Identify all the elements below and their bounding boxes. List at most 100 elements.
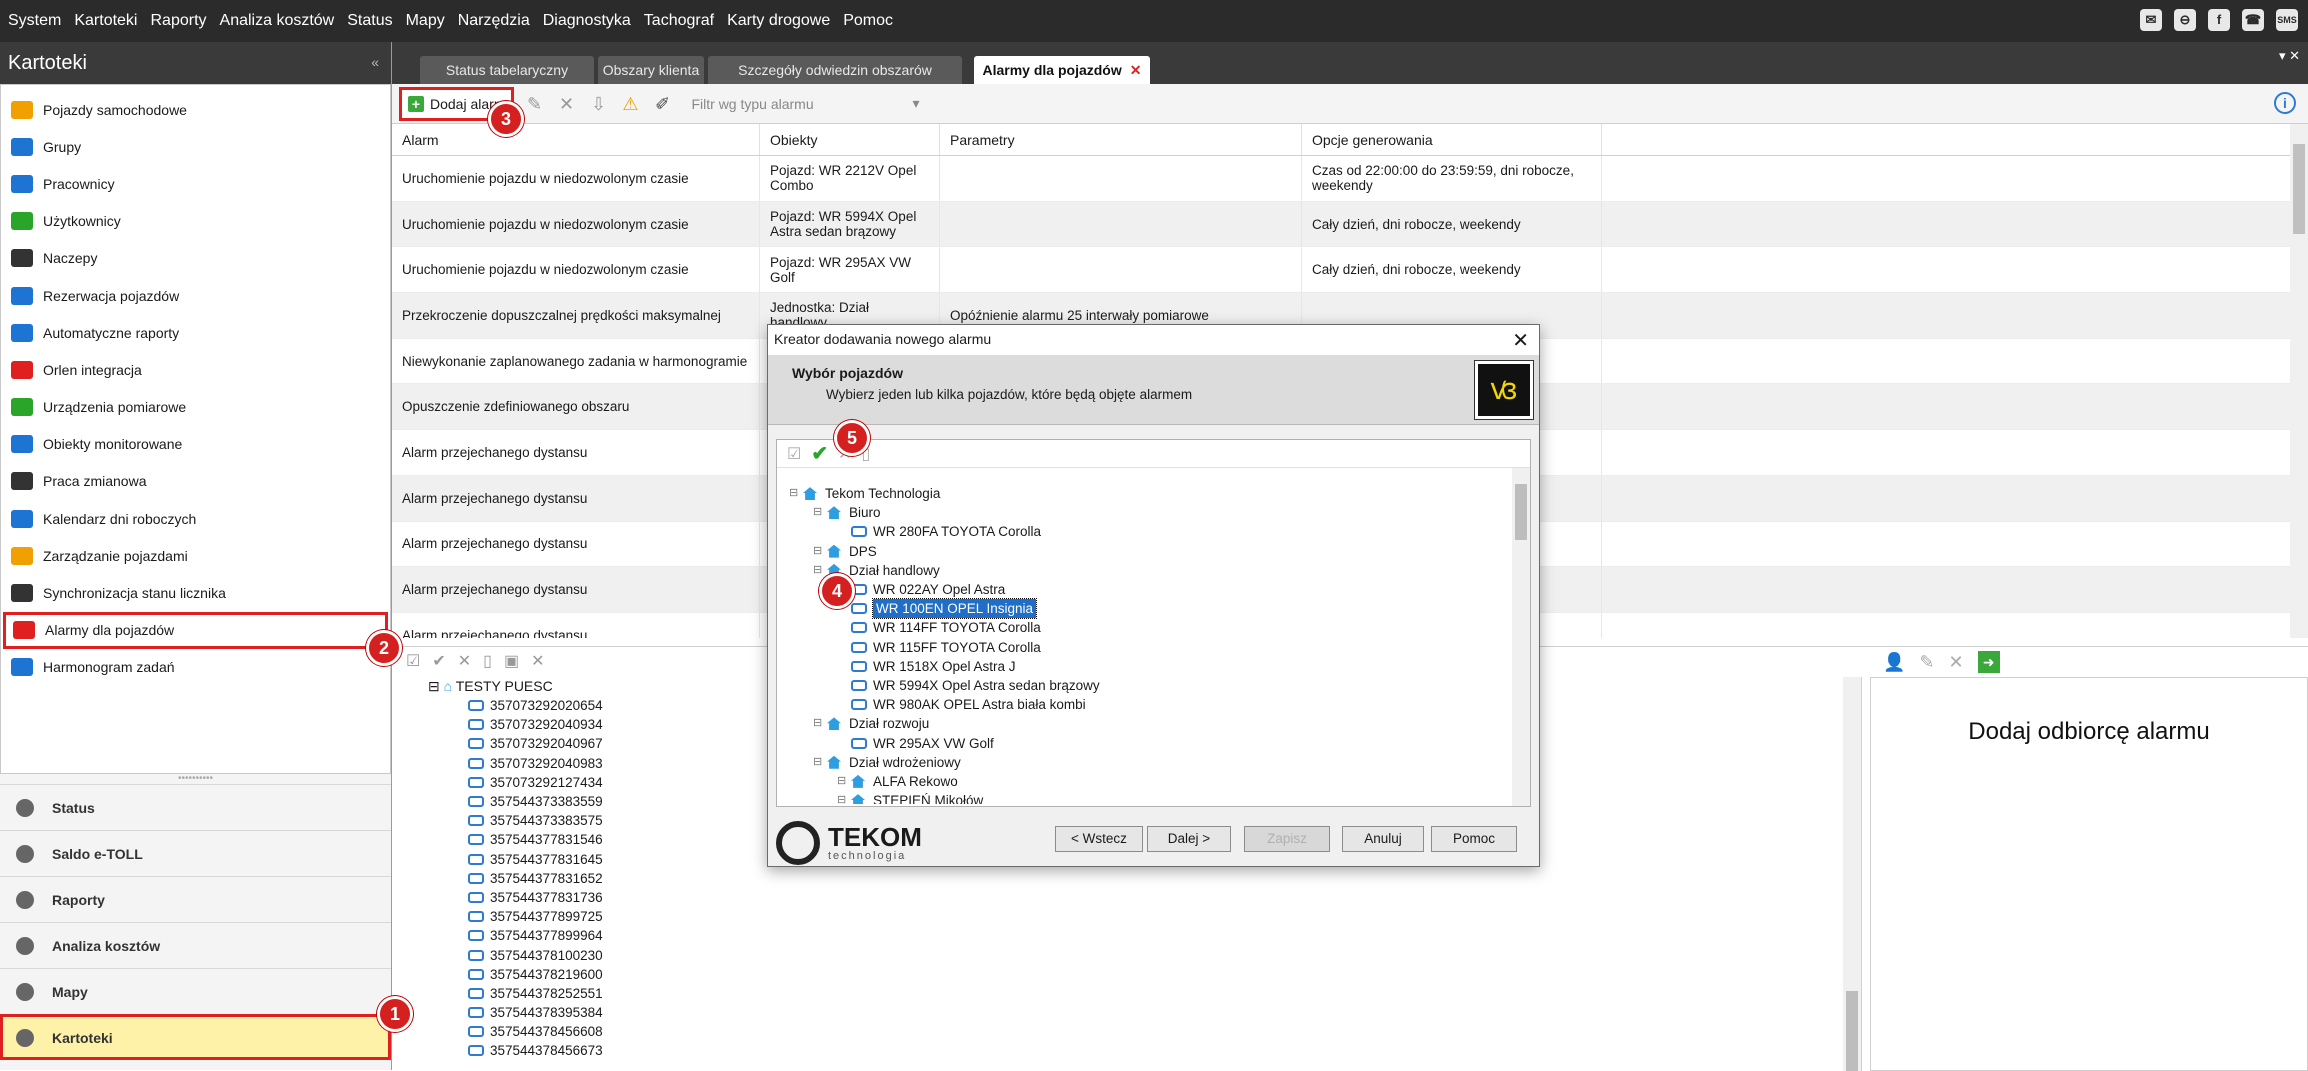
checkbox-icon[interactable]: ☑ <box>406 651 420 671</box>
facebook-icon[interactable]: f <box>2208 9 2230 31</box>
save-button[interactable]: Zapisz <box>1244 826 1330 852</box>
close-icon[interactable]: ✕ <box>531 651 544 671</box>
note-icon[interactable]: ✐ <box>651 93 673 115</box>
menu-narzedzia[interactable]: Narzędzia <box>458 12 530 30</box>
tree-node[interactable]: 357544378395384 <box>392 1003 1861 1022</box>
tree-node[interactable]: 357544377831652 <box>392 869 1861 888</box>
uncheck-icon[interactable]: ✕ <box>458 651 471 671</box>
menu-status[interactable]: Status <box>347 12 392 30</box>
table-row[interactable]: Uruchomienie pojazdu w niedozwolonym cza… <box>392 201 2308 248</box>
sidebar-item[interactable]: Praca zmianowa <box>1 463 390 500</box>
splitter-grip[interactable]: •••••••••• <box>0 774 391 784</box>
cancel-button[interactable]: Anuluj <box>1342 826 1424 852</box>
tree-scrollbar[interactable] <box>1843 677 1861 1071</box>
sidebar-item[interactable]: Rezerwacja pojazdów <box>1 277 390 314</box>
menu-diagnostyka[interactable]: Diagnostyka <box>543 12 631 30</box>
bottom-nav-item[interactable]: Mapy <box>0 968 391 1014</box>
collapse-icon[interactable]: « <box>371 54 379 70</box>
sidebar-item[interactable]: Użytkownicy <box>1 203 390 240</box>
menu-kartoteki[interactable]: Kartoteki <box>74 12 137 30</box>
tree-node[interactable]: 357544378456608 <box>392 1022 1861 1041</box>
tree-node[interactable]: 357544378252551 <box>392 984 1861 1003</box>
vehicle-node[interactable]: WR 022AY Opel Astra <box>785 580 1515 599</box>
save-icon[interactable]: ▣ <box>504 651 519 671</box>
bottom-nav-item[interactable]: Raporty <box>0 876 391 922</box>
menu-tachograf[interactable]: Tachograf <box>644 12 714 30</box>
vehicle-node[interactable]: WR 100EN OPEL Insignia <box>785 598 1515 620</box>
vehicle-node[interactable]: WR 295AX VW Golf <box>785 733 1515 752</box>
add-person-icon[interactable]: 👤 <box>1883 652 1905 673</box>
menu-analiza-kosztow[interactable]: Analiza kosztów <box>220 12 335 30</box>
check-icon[interactable]: ✔ <box>811 441 828 466</box>
menu-raporty[interactable]: Raporty <box>150 12 206 30</box>
help-button[interactable]: Pomoc <box>1431 826 1517 852</box>
sms-icon[interactable]: SMS <box>2276 9 2298 31</box>
menu-system[interactable]: System <box>8 12 61 30</box>
bottom-nav-item[interactable]: Saldo e-TOLL <box>0 830 391 876</box>
minus-circle-icon[interactable]: ⊖ <box>2174 9 2196 31</box>
sidebar-item[interactable]: Zarządzanie pojazdami <box>1 537 390 574</box>
menu-mapy[interactable]: Mapy <box>406 12 445 30</box>
menu-karty-drogowe[interactable]: Karty drogowe <box>727 12 830 30</box>
tab-close-icon[interactable]: ✕ <box>1130 62 1142 78</box>
tree-node[interactable]: 357544377899964 <box>392 926 1861 945</box>
bottom-nav-item[interactable]: Kartoteki <box>0 1014 391 1060</box>
info-icon[interactable]: i <box>2274 92 2296 114</box>
checkbox-icon[interactable]: ☑ <box>787 444 801 464</box>
phone-icon[interactable]: ☎ <box>2242 9 2264 31</box>
expand-icon[interactable]: ⊟ <box>813 503 823 522</box>
expand-icon[interactable]: ⊟ <box>813 714 823 733</box>
warning-icon[interactable]: ⚠ <box>619 93 641 115</box>
back-button[interactable]: < Wstecz <box>1055 826 1143 852</box>
bottom-nav-item[interactable]: Status <box>0 784 391 830</box>
column-header[interactable]: Obiekty <box>760 124 940 155</box>
table-row[interactable]: Uruchomienie pojazdu w niedozwolonym cza… <box>392 156 2308 202</box>
picker-scrollbar[interactable] <box>1512 468 1530 806</box>
group-node[interactable]: ⊟ Tekom Technologia <box>785 484 1515 503</box>
expand-icon[interactable]: ⊟ <box>789 484 799 503</box>
export-icon[interactable]: ➜ <box>1977 651 2000 673</box>
scrollbar-thumb[interactable] <box>1846 991 1858 1071</box>
expand-icon[interactable]: ⊟ <box>837 791 847 804</box>
remove-person-icon[interactable]: ✕ <box>1949 652 1964 673</box>
scrollbar-thumb[interactable] <box>2293 144 2305 234</box>
column-header[interactable]: Opcje generowania <box>1302 124 1602 155</box>
table-row[interactable]: Uruchomienie pojazdu w niedozwolonym cza… <box>392 247 2308 294</box>
vehicle-node[interactable]: WR 1518X Opel Astra J <box>785 657 1515 676</box>
delete-icon[interactable]: ✕ <box>555 93 577 115</box>
expand-icon[interactable]: ⊟ <box>813 542 823 561</box>
expand-icon[interactable]: ⊟ <box>813 561 823 580</box>
scrollbar-thumb[interactable] <box>1515 484 1527 540</box>
group-node[interactable]: ⊟ Dział wdrożeniowy <box>785 753 1515 772</box>
sidebar-item[interactable]: Alarmy dla pojazdów <box>3 611 388 649</box>
document-icon[interactable]: ▯ <box>483 651 492 671</box>
group-node[interactable]: ⊟ Dział handlowy <box>785 561 1515 580</box>
mail-warning-icon[interactable]: ✉ <box>2140 9 2162 31</box>
vehicle-node[interactable]: WR 115FF TOYOTA Corolla <box>785 638 1515 657</box>
sidebar-item[interactable]: Grupy <box>1 128 390 165</box>
check-icon[interactable]: ✔ <box>432 651 445 671</box>
tree-node[interactable]: 357544378456673 <box>392 1041 1861 1060</box>
tree-node[interactable]: 357544377899725 <box>392 907 1861 926</box>
expand-icon[interactable]: ⊟ <box>813 753 823 772</box>
edit-icon[interactable]: ✎ <box>1919 652 1934 673</box>
column-header[interactable]: Alarm <box>392 124 760 155</box>
menu-pomoc[interactable]: Pomoc <box>843 12 893 30</box>
sidebar-item[interactable]: Pracownicy <box>1 165 390 202</box>
group-node[interactable]: ⊟ ALFA Rekowo <box>785 772 1515 791</box>
tab-status-tabelaryczny[interactable]: Status tabelaryczny <box>420 56 594 84</box>
sidebar-item[interactable]: Orlen integracja <box>1 351 390 388</box>
tab-obszary-klienta[interactable]: Obszary klienta <box>598 56 704 84</box>
bottom-nav-item[interactable]: Analiza kosztów <box>0 922 391 968</box>
group-node[interactable]: ⊟ DPS <box>785 542 1515 561</box>
tab-alarmy-dla-pojazdow[interactable]: Alarmy dla pojazdów ✕ <box>974 56 1150 84</box>
sidebar-item[interactable]: Obiekty monitorowane <box>1 426 390 463</box>
tab-szczegoly-odwiedzin[interactable]: Szczegóły odwiedzin obszarów <box>708 56 962 84</box>
group-node[interactable]: ⊟ Biuro <box>785 503 1515 522</box>
vehicle-node[interactable]: WR 980AK OPEL Astra biała kombi <box>785 695 1515 714</box>
tree-node[interactable]: 357544377831736 <box>392 888 1861 907</box>
sidebar-item[interactable]: Synchronizacja stanu licznika <box>1 574 390 611</box>
column-header[interactable]: Parametry <box>940 124 1302 155</box>
link-icon[interactable]: ⇩ <box>587 93 609 115</box>
alarm-type-filter[interactable]: Filtr wg typu alarmu ▾ <box>685 90 925 118</box>
